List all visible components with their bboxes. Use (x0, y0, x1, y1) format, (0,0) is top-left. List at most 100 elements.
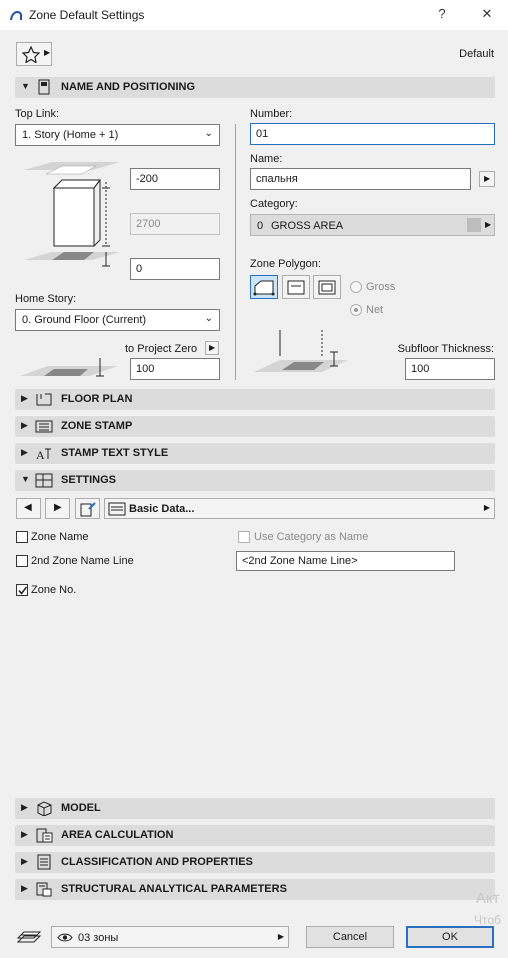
category-number: 0 (257, 220, 264, 232)
home-story-select[interactable]: 0. Ground Floor (Current) ⌄ (15, 309, 220, 331)
to-project-zero-label: to Project Zero (125, 343, 198, 355)
use-category-label: Use Category as Name (254, 531, 369, 543)
polygon-icon (253, 280, 275, 296)
gross-radio[interactable] (350, 281, 362, 293)
svg-text:A: A (36, 448, 45, 461)
column-divider (235, 124, 236, 380)
watermark-line-2: Чтоб (474, 913, 501, 927)
layer-select[interactable]: 03 зоны ▶ (51, 926, 289, 948)
watermark-line-1: Акт (476, 890, 500, 907)
category-value: GROSS AREA (271, 220, 344, 232)
favorites-arrow-icon: ▶ (44, 48, 51, 57)
settings-page-dropdown[interactable]: Basic Data... ▶ (104, 498, 495, 519)
number-input[interactable]: 01 (250, 123, 495, 145)
gross-label: Gross (366, 281, 396, 293)
collapse-arrow-icon: ▼ (21, 81, 30, 91)
text-style-icon: A (36, 448, 51, 461)
zone-stamp-icon (35, 420, 53, 433)
subfloor-input[interactable]: 100 (405, 358, 495, 380)
zone-no-label: Zone No. (31, 584, 77, 596)
cancel-button[interactable]: Cancel (306, 926, 394, 948)
expand-arrow-icon: ▶ (21, 802, 28, 812)
title-bar: Zone Default Settings ? ✕ (0, 0, 508, 30)
preset-label: Default (459, 48, 494, 60)
eye-icon (57, 933, 73, 942)
section-name-positioning[interactable]: ▼ NAME AND POSITIONING (15, 77, 495, 98)
settings-icon (35, 473, 53, 488)
net-radio[interactable] (350, 304, 362, 316)
rectangle-mode-button[interactable] (282, 275, 310, 299)
ok-button[interactable]: OK (406, 926, 494, 948)
play-arrow-icon: ▶ (484, 174, 491, 183)
chevron-down-icon: ⌄ (204, 313, 213, 324)
arrow-right-icon: ▶ (54, 502, 62, 513)
structural-icon (36, 882, 52, 897)
section-model[interactable]: ▶ MODEL (15, 798, 495, 819)
number-label: Number: (250, 108, 293, 120)
help-button[interactable]: ? (433, 6, 451, 21)
arrow-left-icon: ◀ (24, 502, 32, 513)
name-positioning-icon (38, 79, 50, 95)
use-category-checkbox[interactable] (238, 531, 250, 543)
top-link-select[interactable]: 1. Story (Home + 1) ⌄ (15, 124, 220, 146)
checkmark-icon (18, 586, 28, 595)
net-label: Net (366, 304, 384, 316)
name-input[interactable]: спальня (250, 168, 471, 190)
category-color-swatch (467, 218, 481, 232)
next-page-button[interactable]: ▶ (45, 498, 70, 519)
subfloor-diagram (254, 330, 348, 372)
classification-icon (37, 854, 51, 870)
category-label: Category: (250, 198, 298, 210)
top-link-label: Top Link: (15, 108, 60, 120)
zone-name-checkbox[interactable] (16, 531, 28, 543)
area-calculator-icon (36, 828, 53, 843)
floor-plan-icon (36, 393, 52, 406)
rotated-rectangle-mode-button[interactable] (313, 275, 341, 299)
favorites-button[interactable]: ▶ (16, 42, 52, 66)
rectangle-icon (287, 280, 305, 295)
expand-arrow-icon: ▶ (21, 447, 28, 457)
section-area-calculation[interactable]: ▶ AREA CALCULATION (15, 825, 495, 846)
second-line-input[interactable]: <2nd Zone Name Line> (236, 551, 455, 571)
section-classification[interactable]: ▶ CLASSIFICATION AND PROPERTIES (15, 852, 495, 873)
rotated-rectangle-icon (318, 280, 336, 295)
section-structural[interactable]: ▶ STRUCTURAL ANALYTICAL PARAMETERS (15, 879, 495, 900)
project-zero-input[interactable]: 100 (130, 358, 220, 380)
section-floor-plan[interactable]: ▶ FLOOR PLAN (15, 389, 495, 410)
second-line-checkbox[interactable] (16, 555, 28, 567)
play-arrow-icon: ▶ (483, 503, 490, 512)
expand-arrow-icon: ▶ (21, 883, 28, 893)
height-input[interactable]: 2700 (130, 213, 220, 235)
section-stamp-text-style[interactable]: ▶ A STAMP TEXT STYLE (15, 443, 495, 464)
play-arrow-icon: ▶ (277, 932, 284, 941)
play-arrow-icon: ▶ (209, 343, 216, 352)
close-button[interactable]: ✕ (478, 6, 496, 22)
expand-arrow-icon: ▶ (21, 420, 28, 430)
expand-arrow-icon: ▶ (21, 393, 28, 403)
zone-name-label: Zone Name (31, 531, 89, 543)
window-title: Zone Default Settings (29, 8, 145, 22)
page-menu-button[interactable] (75, 498, 100, 519)
project-zero-diagram (20, 358, 118, 377)
category-select[interactable]: 0 GROSS AREA ▶ (250, 214, 495, 236)
section-zone-stamp[interactable]: ▶ ZONE STAMP (15, 416, 495, 437)
top-offset-input[interactable]: -200 (130, 168, 220, 190)
zone-height-diagram (24, 162, 120, 267)
star-icon (22, 46, 40, 63)
layer-icon (16, 931, 42, 943)
expand-arrow-icon: ▶ (21, 829, 28, 839)
name-label: Name: (250, 153, 283, 165)
polygon-mode-button[interactable] (250, 275, 278, 299)
chevron-down-icon: ⌄ (204, 128, 213, 139)
subfloor-label: Subfloor Thickness: (397, 343, 494, 355)
collapse-arrow-icon: ▼ (21, 474, 30, 484)
section-settings[interactable]: ▼ SETTINGS (15, 470, 495, 491)
page-icon (108, 502, 126, 516)
name-menu-button[interactable]: ▶ (479, 171, 495, 187)
play-arrow-icon: ▶ (485, 220, 492, 229)
page-menu-icon (80, 502, 96, 517)
reference-level-button[interactable]: ▶ (205, 341, 219, 355)
zone-no-checkbox[interactable] (16, 584, 28, 596)
bottom-offset-input[interactable]: 0 (130, 258, 220, 280)
previous-page-button[interactable]: ◀ (16, 498, 41, 519)
